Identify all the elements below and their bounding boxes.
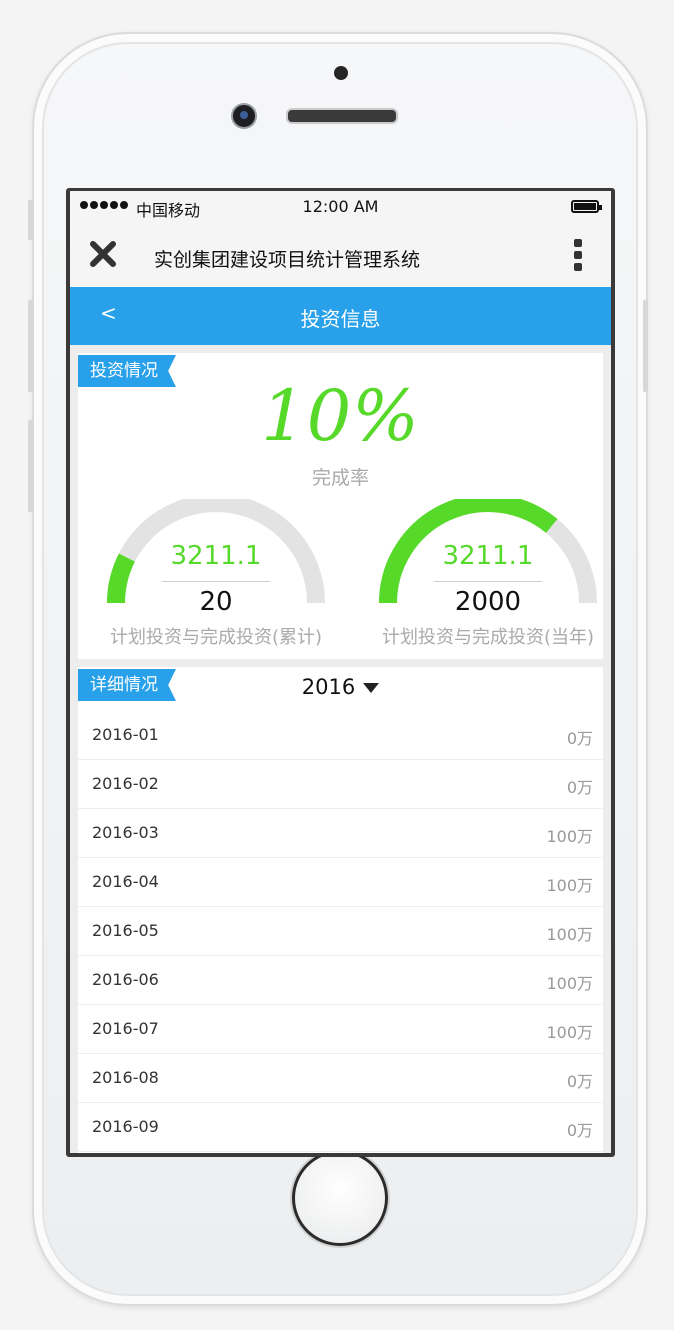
list-item[interactable]: 2016-07 100万	[78, 1005, 603, 1054]
volume-up-button	[28, 300, 33, 392]
year-dropdown-value: 2016	[301, 675, 356, 699]
gauge-annual-value: 3211.1	[442, 541, 534, 571]
completion-rate: 10%	[261, 375, 420, 457]
list-item-month: 2016-09	[92, 1117, 159, 1136]
list-item[interactable]: 2016-08 0万	[78, 1054, 603, 1103]
nav-bar: < 投资信息	[70, 287, 611, 345]
list-item-amount: 100万	[546, 1023, 593, 1042]
front-camera	[231, 103, 257, 129]
app-title: 实创集团建设项目统计管理系统	[154, 249, 421, 271]
list-item-amount: 0万	[566, 1121, 593, 1140]
list-item-amount: 0万	[566, 778, 593, 797]
gauge-cumulative-total: 20	[199, 587, 233, 617]
list-item[interactable]: 2016-09 0万	[78, 1103, 603, 1152]
app-header: 实创集团建设项目统计管理系统	[70, 225, 611, 287]
list-item-amount: 100万	[546, 974, 593, 993]
gauge-annual-caption: 计划投资与完成投资(当年)	[381, 627, 595, 648]
app-viewport: 中国移动 12:00 AM 实创集团建设项目统计管理系统 < 投资信息 投资情况…	[70, 191, 611, 1153]
sensor-dot	[334, 66, 348, 80]
power-button	[643, 300, 648, 392]
list-item-amount: 100万	[546, 876, 593, 895]
year-dropdown[interactable]: 2016	[78, 675, 603, 699]
investment-summary-card: 投资情况 10% 完成率 3211.1 20 计划投资与完成投资(累计) 321…	[78, 353, 603, 659]
monthly-list: 2016-01 0万 2016-02 0万 2016-03 100万 2016-04 100万…	[78, 711, 603, 1152]
list-item[interactable]: 2016-05 100万	[78, 907, 603, 956]
list-item-month: 2016-04	[92, 872, 159, 891]
gauge-cumulative-caption: 计划投资与完成投资(累计)	[109, 627, 323, 648]
battery-icon	[571, 200, 602, 213]
list-item[interactable]: 2016-01 0万	[78, 711, 603, 760]
list-item-month: 2016-08	[92, 1068, 159, 1087]
gauge-cumulative-value: 3211.1	[170, 541, 262, 571]
home-button[interactable]	[292, 1150, 388, 1246]
list-item-month: 2016-05	[92, 921, 159, 940]
earpiece	[286, 108, 398, 124]
volume-down-button	[28, 420, 33, 512]
phone-screen: 中国移动 12:00 AM 实创集团建设项目统计管理系统 < 投资信息 投资情况…	[66, 188, 615, 1157]
gauge-cumulative-divider	[162, 581, 270, 582]
chevron-down-icon	[363, 683, 380, 693]
close-icon[interactable]	[88, 239, 118, 269]
status-bar: 中国移动 12:00 AM	[70, 191, 611, 225]
gauge-annual: 3211.1 2000 计划投资与完成投资(当年)	[368, 499, 608, 649]
list-item-month: 2016-01	[92, 725, 159, 744]
status-time: 12:00 AM	[302, 197, 379, 216]
list-item-amount: 100万	[546, 827, 593, 846]
list-item-amount: 0万	[566, 1072, 593, 1091]
list-item[interactable]: 2016-03 100万	[78, 809, 603, 858]
list-item-month: 2016-03	[92, 823, 159, 842]
list-item[interactable]: 2016-02 0万	[78, 760, 603, 809]
list-item-month: 2016-06	[92, 970, 159, 989]
mute-switch	[28, 200, 33, 240]
completion-rate-label: 完成率	[311, 467, 369, 489]
list-item[interactable]: 2016-04 100万	[78, 858, 603, 907]
gauge-cumulative: 3211.1 20 计划投资与完成投资(累计)	[96, 499, 336, 649]
list-item-month: 2016-02	[92, 774, 159, 793]
more-options-icon[interactable]	[573, 239, 583, 271]
list-item-amount: 100万	[546, 925, 593, 944]
page-title: 投资信息	[300, 307, 381, 331]
gauge-annual-divider	[434, 581, 542, 582]
gauge-annual-total: 2000	[454, 587, 522, 617]
list-item-month: 2016-07	[92, 1019, 159, 1038]
list-item-amount: 0万	[566, 729, 593, 748]
detail-card: 详细情况 2016 2016-01 0万 2016-02 0万 2016-03 100万 2…	[78, 667, 603, 1153]
list-item[interactable]: 2016-06 100万	[78, 956, 603, 1005]
